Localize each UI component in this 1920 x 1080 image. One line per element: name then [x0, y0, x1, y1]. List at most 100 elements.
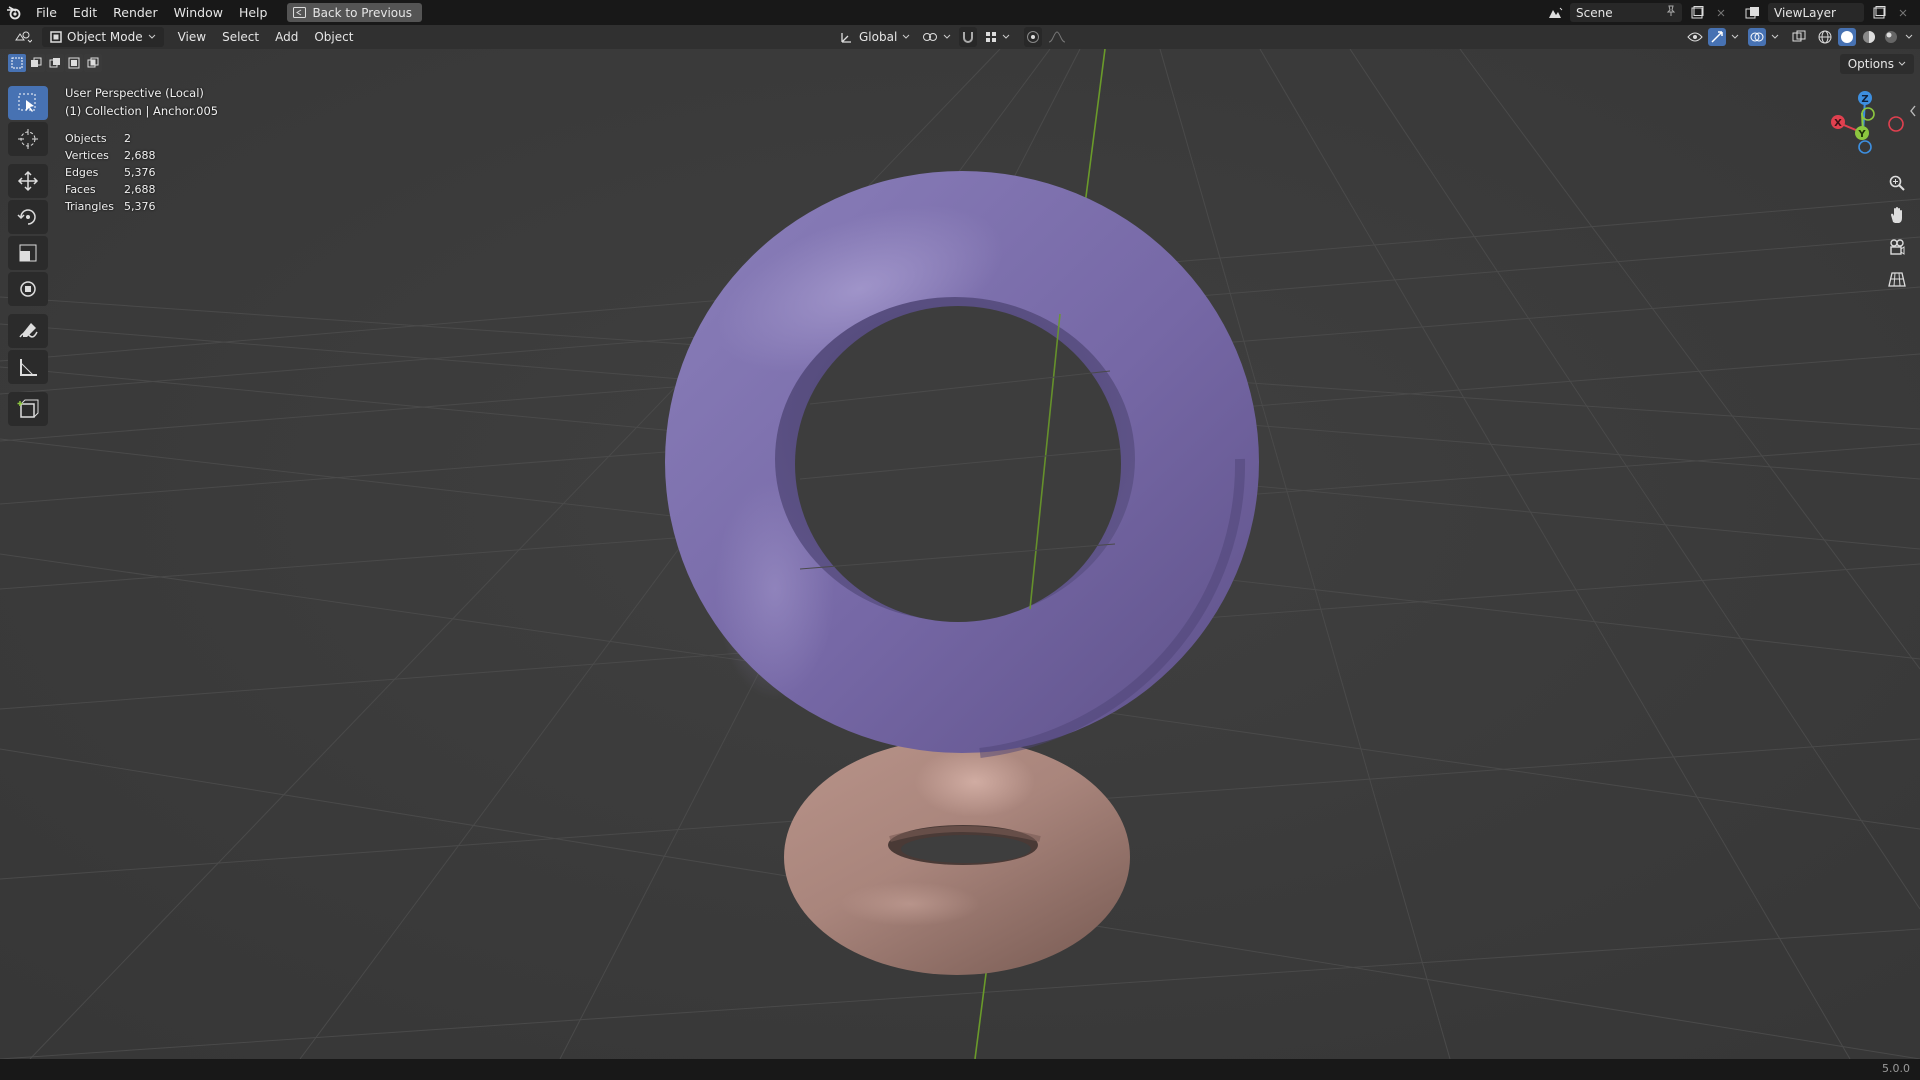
chevron-down-icon	[148, 34, 155, 39]
status-bar: 5.0.0	[0, 1059, 1920, 1080]
stats-row: Vertices 2,688	[65, 147, 156, 164]
snap-target-dropdown[interactable]	[981, 27, 1014, 47]
gizmo-x-label: X	[1834, 118, 1842, 129]
gizmo-dropdown[interactable]	[1730, 28, 1740, 46]
cursor-icon	[18, 129, 38, 149]
mode-dropdown[interactable]: Object Mode	[42, 27, 164, 47]
select-extend-icon	[31, 57, 42, 67]
tool-annotate[interactable]	[8, 314, 48, 348]
menu-render[interactable]: Render	[105, 0, 166, 25]
camera-icon	[1890, 239, 1905, 255]
zoom-button[interactable]	[1884, 170, 1910, 196]
chevron-down-icon	[1905, 34, 1913, 39]
menu-window[interactable]: Window	[166, 0, 231, 25]
stats-key: Edges	[65, 166, 99, 179]
gizmo-toggle[interactable]	[1708, 28, 1726, 46]
select-invert-button[interactable]	[65, 54, 83, 72]
scene-statistics: Objects 2 Vertices 2,688 Edges 5,376 Faces 2…	[65, 130, 156, 215]
shading-rendered-button[interactable]	[1882, 28, 1900, 46]
hand-icon	[1891, 207, 1902, 223]
tool-measure[interactable]	[8, 350, 48, 384]
shading-dropdown[interactable]	[1904, 28, 1914, 46]
header-menu-object[interactable]: Object	[306, 27, 361, 47]
back-to-previous-label: Back to Previous	[312, 5, 412, 20]
tool-move[interactable]	[8, 164, 48, 198]
tool-rotate[interactable]	[8, 200, 48, 234]
editor-type-button[interactable]	[8, 27, 38, 47]
tool-cursor[interactable]	[8, 122, 48, 156]
new-scene-icon[interactable]	[1688, 4, 1706, 22]
menu-help[interactable]: Help	[231, 0, 276, 25]
grid-perspective-icon	[1888, 272, 1906, 287]
overlays-dropdown[interactable]	[1770, 28, 1780, 46]
stats-key: Triangles	[65, 200, 114, 213]
scale-icon	[19, 244, 37, 262]
header-menu-select[interactable]: Select	[214, 27, 267, 47]
shading-wireframe-button[interactable]	[1816, 28, 1834, 46]
camera-view-button[interactable]	[1884, 234, 1910, 260]
selection-mode-buttons	[8, 54, 102, 72]
chevron-down-icon	[1898, 61, 1906, 66]
gizmo-neg-z-axis[interactable]	[1858, 140, 1872, 154]
viewport-scene	[0, 49, 1920, 1059]
scene-selector-icon[interactable]	[1546, 4, 1564, 22]
stats-value: 5,376	[124, 166, 156, 179]
select-new-button[interactable]	[8, 54, 26, 72]
shading-material-button[interactable]	[1860, 28, 1878, 46]
topbar-right: Scene ViewLayer	[1546, 0, 1920, 25]
viewlayer-name-label: ViewLayer	[1774, 5, 1836, 20]
navigation-gizmo[interactable]: Z X Y	[1818, 88, 1908, 168]
menu-file[interactable]: File	[28, 0, 65, 25]
select-intersect-button[interactable]	[84, 54, 102, 72]
magnet-icon	[963, 32, 974, 43]
zoom-icon	[1889, 175, 1905, 191]
small-torus[interactable]	[784, 739, 1130, 975]
shading-solid-button[interactable]	[1838, 28, 1856, 46]
overlays-icon	[1750, 32, 1764, 42]
falloff-curve-icon	[1049, 31, 1066, 43]
stats-key: Faces	[65, 183, 96, 196]
transform-orientation-dropdown[interactable]: Global	[836, 27, 914, 47]
select-extend-button[interactable]	[27, 54, 45, 72]
screen-back-icon	[293, 7, 307, 18]
gizmo-neg-x-axis[interactable]	[1888, 116, 1904, 132]
tool-add-cube[interactable]	[8, 392, 48, 426]
header-right-tools	[1686, 27, 1914, 47]
header-menu-view[interactable]: View	[170, 27, 214, 47]
delete-scene-icon[interactable]	[1712, 4, 1730, 22]
viewlayer-name-field[interactable]: ViewLayer	[1768, 3, 1864, 22]
header-menu-add[interactable]: Add	[267, 27, 306, 47]
menu-edit[interactable]: Edit	[65, 0, 105, 25]
navigation-buttons	[1884, 170, 1910, 292]
sidebar-toggle-icon[interactable]	[1908, 104, 1918, 118]
xray-toggle[interactable]	[1790, 28, 1808, 46]
delete-viewlayer-icon[interactable]	[1894, 4, 1912, 22]
blender-logo-icon[interactable]	[0, 0, 28, 25]
chevron-down-icon	[902, 34, 910, 39]
proportional-editing-toggle[interactable]	[1024, 27, 1043, 47]
snap-toggle[interactable]	[959, 27, 978, 47]
move-icon	[17, 170, 39, 192]
viewlayer-selector-icon[interactable]	[1744, 4, 1762, 22]
back-to-previous-button[interactable]: Back to Previous	[287, 3, 422, 22]
rotate-icon	[17, 209, 36, 225]
perspective-toggle-button[interactable]	[1884, 266, 1910, 292]
tool-select-box[interactable]	[8, 86, 48, 120]
options-dropdown[interactable]: Options	[1839, 54, 1914, 74]
chevron-down-icon	[1002, 34, 1010, 39]
gizmo-y-label: Y	[1857, 129, 1866, 140]
tool-scale[interactable]	[8, 236, 48, 270]
falloff-dropdown[interactable]	[1046, 27, 1068, 47]
overlays-toggle[interactable]	[1748, 28, 1766, 46]
select-subtract-button[interactable]	[46, 54, 64, 72]
new-viewlayer-icon[interactable]	[1870, 4, 1888, 22]
scene-name-field[interactable]: Scene	[1570, 3, 1682, 22]
pan-button[interactable]	[1884, 202, 1910, 228]
pin-icon[interactable]	[1666, 5, 1676, 20]
pivot-point-dropdown[interactable]	[918, 27, 955, 47]
large-torus[interactable]	[665, 171, 1259, 758]
tool-transform[interactable]	[8, 272, 48, 306]
visibility-dropdown[interactable]	[1686, 28, 1704, 46]
3d-viewport[interactable]: Options User Perspective (Local) (1) Col…	[0, 49, 1920, 1059]
xray-icon	[1792, 30, 1806, 42]
